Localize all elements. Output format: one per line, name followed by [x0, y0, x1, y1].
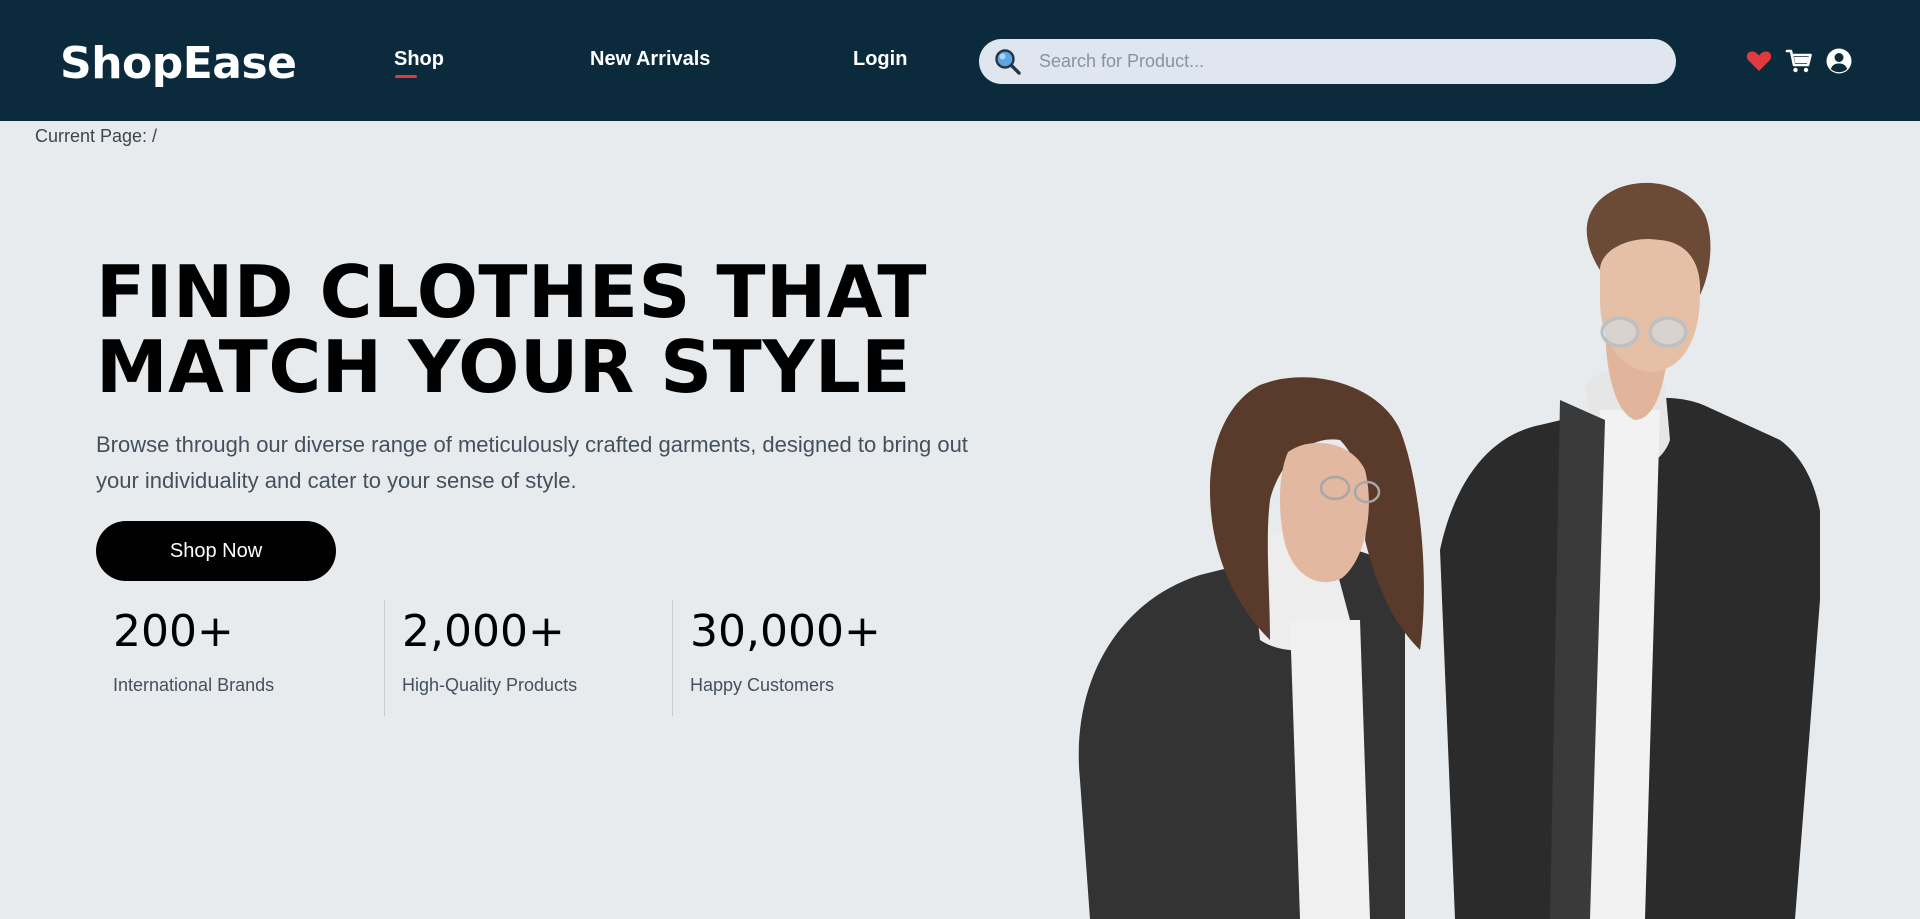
stat-label: Happy Customers	[690, 675, 835, 695]
search-input[interactable]	[1039, 39, 1659, 84]
heart-icon[interactable]	[1745, 47, 1773, 75]
nav-link-new-arrivals[interactable]: New Arrivals	[590, 48, 710, 71]
hero-models-image	[1078, 182, 1820, 919]
stat-label: International Brands	[113, 675, 275, 695]
stat-international-brands: 200+ International Brands	[96, 600, 384, 716]
stat-happy-customers: 30,000+ Happy Customers	[672, 600, 960, 716]
stat-label: High-Quality Products	[402, 675, 578, 695]
cart-icon[interactable]	[1785, 47, 1813, 75]
hero-title-line-2: MATCH YOUR STYLE	[96, 325, 911, 409]
hero-title: FIND CLOTHES THAT MATCH YOUR STYLE	[96, 255, 956, 405]
stat-high-quality-products: 2,000+ High-Quality Products	[384, 600, 672, 716]
hero-title-line-1: FIND CLOTHES THAT	[96, 250, 928, 334]
stat-value: 2,000+	[402, 606, 565, 657]
shop-now-button[interactable]: Shop Now	[96, 521, 336, 581]
nav-active-indicator	[395, 75, 417, 78]
nav-link-shop[interactable]: Shop	[394, 48, 444, 71]
breadcrumb: Current Page: /	[35, 126, 158, 146]
hero-subtitle: Browse through our diverse range of meti…	[96, 432, 968, 493]
search-bar	[979, 39, 1676, 84]
search-icon[interactable]	[993, 47, 1023, 77]
brand-logo[interactable]: ShopEase	[60, 38, 297, 89]
top-navbar: ShopEase Shop New Arrivals Login	[0, 0, 1920, 121]
stat-value: 200+	[113, 606, 234, 657]
nav-link-login[interactable]: Login	[853, 48, 907, 71]
user-icon[interactable]	[1825, 47, 1853, 75]
stat-value: 30,000+	[690, 606, 881, 657]
